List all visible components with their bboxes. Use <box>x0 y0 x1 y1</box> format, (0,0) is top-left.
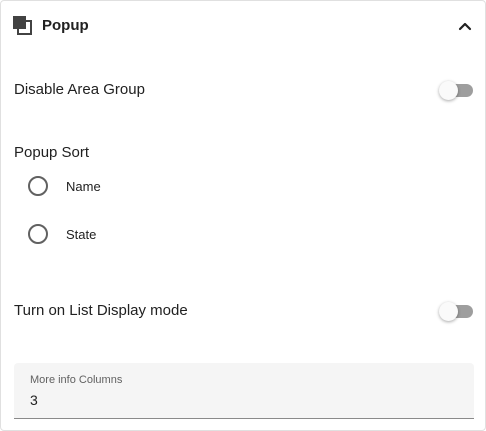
radio-ring <box>28 176 48 196</box>
section-title: Popup <box>42 17 89 34</box>
more-info-columns-input[interactable] <box>30 390 460 410</box>
list-display-mode-label: Turn on List Display mode <box>14 302 188 319</box>
list-display-mode-toggle[interactable] <box>439 301 475 321</box>
toggle-thumb <box>439 81 458 100</box>
popup-sort-title: Popup Sort <box>14 144 90 161</box>
chevron-up-icon[interactable] <box>455 16 475 36</box>
popup-window-icon <box>12 15 34 37</box>
more-info-columns-field[interactable]: More info Columns <box>14 363 474 419</box>
popup-settings-card: Popup Disable Area Group Popup Sort Name… <box>0 0 486 431</box>
radio-sort-name[interactable] <box>27 175 49 197</box>
radio-ring <box>28 224 48 244</box>
radio-sort-state[interactable] <box>27 223 49 245</box>
radio-label-name: Name <box>66 179 101 194</box>
radio-label-state: State <box>66 227 97 242</box>
disable-area-group-toggle[interactable] <box>439 80 475 100</box>
disable-area-group-label: Disable Area Group <box>14 81 145 98</box>
more-info-columns-label: More info Columns <box>30 374 123 386</box>
toggle-thumb <box>439 302 458 321</box>
popup-section-header[interactable]: Popup <box>1 1 485 51</box>
